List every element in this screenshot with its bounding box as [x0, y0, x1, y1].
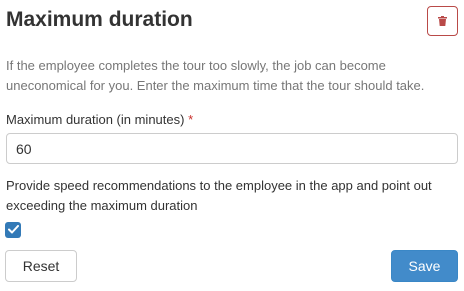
delete-button[interactable] [427, 6, 458, 36]
duration-label-text: Maximum duration (in minutes) [6, 112, 185, 127]
panel-description: If the employee completes the tour too s… [6, 58, 425, 93]
duration-input[interactable] [6, 133, 458, 164]
trash-icon [438, 14, 447, 29]
panel-header: Maximum duration [6, 6, 458, 40]
required-marker: * [188, 112, 194, 127]
checkmark-icon [7, 221, 19, 239]
panel-title: Maximum duration [6, 8, 193, 31]
duration-field-label: Maximum duration (in minutes) * [6, 112, 193, 127]
speed-recommendations-label: Provide speed recommendations to the emp… [6, 178, 432, 213]
save-button[interactable]: Save [391, 250, 458, 282]
reset-button[interactable]: Reset [5, 250, 77, 282]
max-duration-panel: Maximum duration If the employee complet… [0, 0, 464, 291]
speed-recommendations-checkbox[interactable] [5, 222, 21, 238]
